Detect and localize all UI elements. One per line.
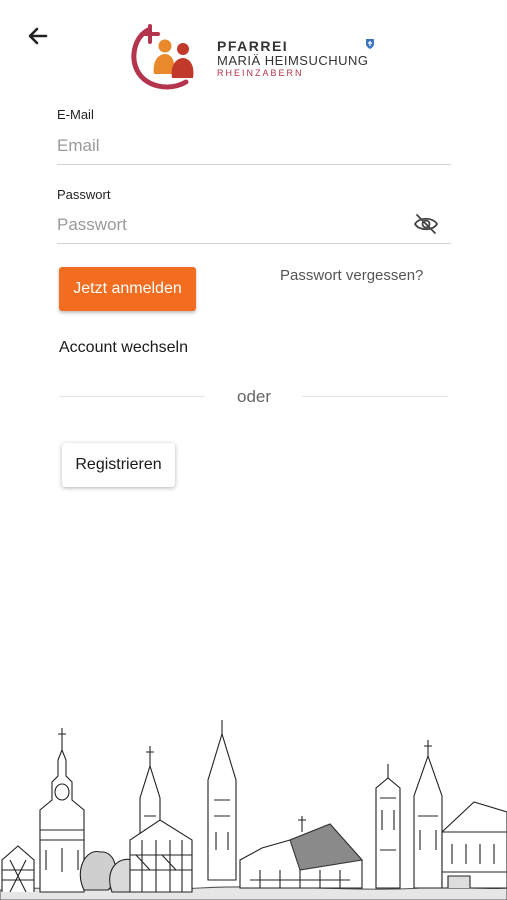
eye-off-icon xyxy=(413,214,439,234)
town-skyline-illustration xyxy=(0,720,507,900)
switch-account-link[interactable]: Account wechseln xyxy=(59,339,188,357)
email-label: E-Mail xyxy=(57,107,94,122)
logo-text: PFARREI MARIÄ HEIMSUCHUNG RHEINZABERN xyxy=(217,39,369,78)
logo-line-2: MARIÄ HEIMSUCHUNG xyxy=(217,53,369,68)
shield-icon xyxy=(366,39,374,49)
password-field[interactable] xyxy=(57,213,407,237)
forgot-password-link[interactable]: Passwort vergessen? xyxy=(280,267,423,284)
register-button[interactable]: Registrieren xyxy=(62,443,175,487)
password-underline xyxy=(57,243,451,244)
logo-line-3: RHEINZABERN xyxy=(217,68,304,78)
divider-line-left xyxy=(59,396,205,397)
logo-line-1: PFARREI xyxy=(217,38,289,54)
back-button[interactable] xyxy=(22,20,54,52)
parish-logo: PFARREI MARIÄ HEIMSUCHUNG RHEINZABERN xyxy=(128,22,390,94)
divider-line-right xyxy=(302,396,448,397)
logo-emblem xyxy=(131,24,194,90)
password-visibility-toggle[interactable] xyxy=(412,212,440,236)
arrow-left-icon xyxy=(28,27,48,45)
email-underline xyxy=(57,164,451,165)
divider-label: oder xyxy=(236,387,272,406)
email-field[interactable] xyxy=(57,134,447,158)
login-button[interactable]: Jetzt anmelden xyxy=(59,267,196,311)
password-label: Passwort xyxy=(57,187,111,202)
